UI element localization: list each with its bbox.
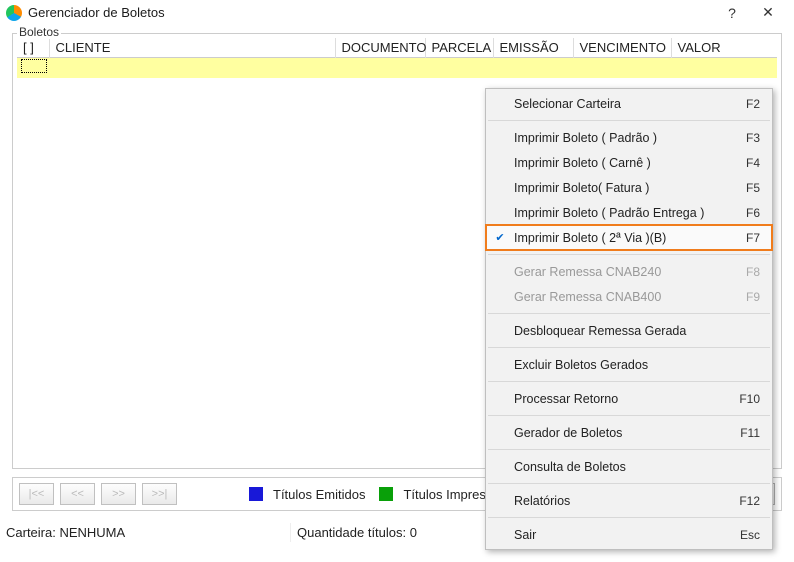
menu-separator: [488, 254, 770, 255]
menu-separator: [488, 517, 770, 518]
menu-separator: [488, 120, 770, 121]
menu-separator: [488, 347, 770, 348]
menu-item-shortcut: F3: [746, 131, 760, 145]
menu-item: Gerar Remessa CNAB240F8: [486, 259, 772, 284]
menu-item[interactable]: Imprimir Boleto ( Padrão )F3: [486, 125, 772, 150]
menu-item-label: Imprimir Boleto ( 2ª Via )(B): [514, 231, 746, 245]
swatch-emitidos-icon: [249, 487, 263, 501]
menu-item-shortcut: F11: [740, 426, 760, 440]
menu-item[interactable]: Processar RetornoF10: [486, 386, 772, 411]
menu-item-shortcut: F2: [746, 97, 760, 111]
menu-item-shortcut: F9: [746, 290, 760, 304]
menu-item-shortcut: Esc: [740, 528, 760, 542]
menu-item-shortcut: F10: [739, 392, 760, 406]
row-selector[interactable]: [21, 59, 47, 73]
col-checkbox[interactable]: [ ]: [17, 38, 49, 58]
menu-item-label: Selecionar Carteira: [514, 97, 746, 111]
col-documento[interactable]: DOCUMENTO: [335, 38, 425, 58]
col-parcela[interactable]: PARCELA: [425, 38, 493, 58]
col-emissao[interactable]: EMISSÃO: [493, 38, 573, 58]
menu-item[interactable]: SairEsc: [486, 522, 772, 547]
close-button[interactable]: ✕: [750, 4, 786, 21]
menu-item-label: Excluir Boletos Gerados: [514, 358, 760, 372]
help-button[interactable]: ?: [714, 5, 750, 21]
menu-item-label: Consulta de Boletos: [514, 460, 760, 474]
menu-item[interactable]: Consulta de Boletos: [486, 454, 772, 479]
menu-item-label: Relatórios: [514, 494, 739, 508]
boletos-grid[interactable]: [ ] CLIENTE DOCUMENTO PARCELA EMISSÃO VE…: [17, 38, 777, 78]
context-menu[interactable]: Selecionar CarteiraF2 Imprimir Boleto ( P…: [485, 88, 773, 550]
table-row[interactable]: [17, 58, 777, 78]
menu-separator: [488, 313, 770, 314]
check-icon: ✔: [486, 231, 514, 244]
menu-item-label: Sair: [514, 528, 740, 542]
nav-last-button[interactable]: >>|: [142, 483, 177, 505]
menu-item-label: Imprimir Boleto ( Carnê ): [514, 156, 746, 170]
menu-item[interactable]: Excluir Boletos Gerados: [486, 352, 772, 377]
menu-item-shortcut: F8: [746, 265, 760, 279]
menu-item-shortcut: F5: [746, 181, 760, 195]
menu-item-label: Gerar Remessa CNAB240: [514, 265, 746, 279]
menu-item[interactable]: Selecionar CarteiraF2: [486, 91, 772, 116]
menu-item-label: Imprimir Boleto ( Padrão ): [514, 131, 746, 145]
menu-item-shortcut: F6: [746, 206, 760, 220]
menu-item[interactable]: Imprimir Boleto ( Carnê )F4: [486, 150, 772, 175]
nav-prev-button[interactable]: <<: [60, 483, 95, 505]
window-title: Gerenciador de Boletos: [28, 5, 714, 20]
menu-item[interactable]: Gerador de BoletosF11: [486, 420, 772, 445]
legend-emitidos: Títulos Emitidos: [273, 487, 365, 502]
menu-item-label: Desbloquear Remessa Gerada: [514, 324, 760, 338]
menu-item-label: Imprimir Boleto( Fatura ): [514, 181, 746, 195]
menu-item-shortcut: F4: [746, 156, 760, 170]
menu-item[interactable]: ✔Imprimir Boleto ( 2ª Via )(B)F7: [486, 225, 772, 250]
menu-separator: [488, 415, 770, 416]
titlebar: Gerenciador de Boletos ? ✕: [0, 0, 794, 27]
menu-separator: [488, 381, 770, 382]
menu-item[interactable]: Imprimir Boleto ( Padrão Entrega )F6: [486, 200, 772, 225]
menu-item-label: Imprimir Boleto ( Padrão Entrega ): [514, 206, 746, 220]
menu-separator: [488, 483, 770, 484]
nav-next-button[interactable]: >>: [101, 483, 136, 505]
status-carteira: Carteira: NENHUMA: [0, 523, 290, 542]
col-valor[interactable]: VALOR: [671, 38, 777, 58]
menu-item[interactable]: Imprimir Boleto( Fatura )F5: [486, 175, 772, 200]
app-icon: [6, 5, 22, 21]
nav-first-button[interactable]: |<<: [19, 483, 54, 505]
swatch-impressos-icon: [379, 487, 393, 501]
menu-item: Gerar Remessa CNAB400F9: [486, 284, 772, 309]
group-label: Boletos: [17, 25, 61, 39]
menu-item[interactable]: Desbloquear Remessa Gerada: [486, 318, 772, 343]
menu-item-label: Gerar Remessa CNAB400: [514, 290, 746, 304]
col-vencimento[interactable]: VENCIMENTO: [573, 38, 671, 58]
menu-item-shortcut: F7: [746, 231, 760, 245]
menu-separator: [488, 449, 770, 450]
menu-item-label: Gerador de Boletos: [514, 426, 740, 440]
menu-item-shortcut: F12: [739, 494, 760, 508]
menu-item-label: Processar Retorno: [514, 392, 739, 406]
menu-item[interactable]: RelatóriosF12: [486, 488, 772, 513]
col-cliente[interactable]: CLIENTE: [49, 38, 335, 58]
